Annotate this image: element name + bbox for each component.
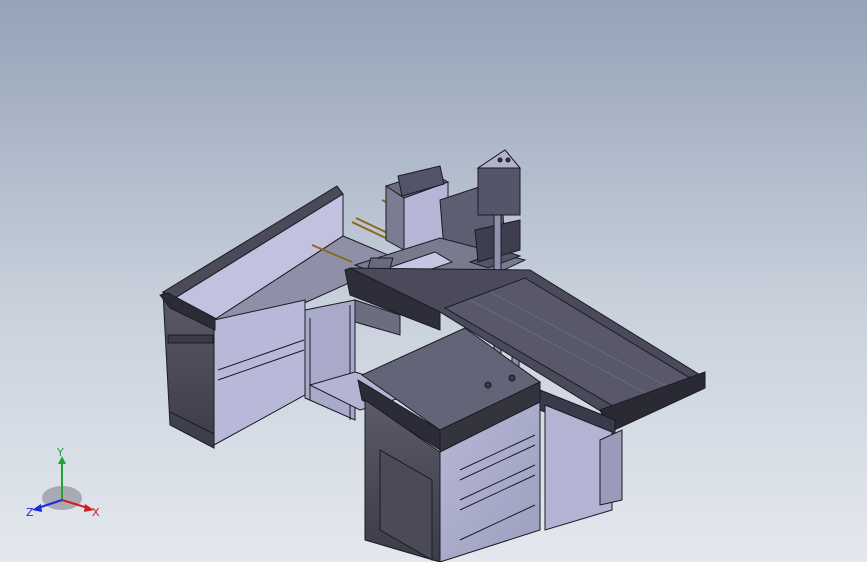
cad-graphics-area[interactable]: Y X Z <box>0 0 867 562</box>
y-axis-label: Y <box>56 448 64 459</box>
x-axis-label: X <box>92 506 100 519</box>
coordinate-triad: Y X Z <box>26 448 100 519</box>
z-axis-label: Z <box>26 506 34 519</box>
checkout-counter-model[interactable] <box>0 0 867 562</box>
cashier-desk <box>357 327 541 562</box>
